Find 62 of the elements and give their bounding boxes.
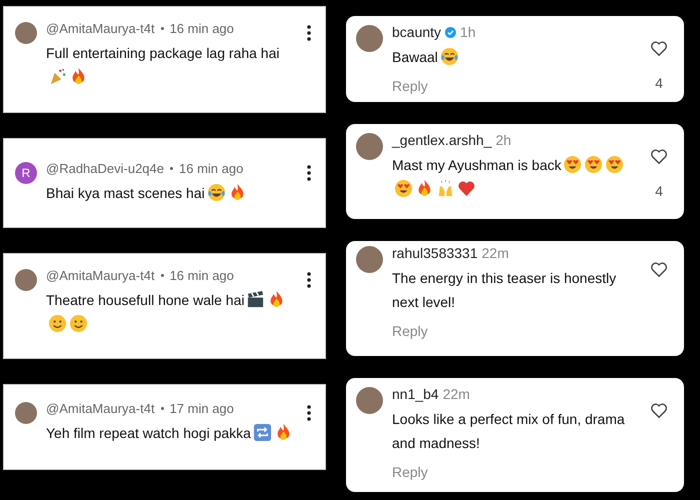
author-name[interactable]: rahul3583331 <box>392 245 478 261</box>
like-count: 4 <box>655 183 663 199</box>
comment-time: 16 min ago <box>170 21 234 36</box>
reply-link[interactable]: Reply <box>392 323 428 339</box>
avatar-photo-placeholder <box>15 269 37 291</box>
like-heart-icon[interactable] <box>650 148 668 165</box>
author-name[interactable]: @AmitaMaurya-t4t <box>46 401 155 416</box>
comment-text: Yeh film repeat watch hogi pakka <box>46 425 251 441</box>
like-heart-icon[interactable] <box>650 40 668 57</box>
avatar-icon: R <box>15 162 37 184</box>
comment-text: Bawaal <box>392 49 438 65</box>
like-heart-icon[interactable] <box>650 261 668 278</box>
comment-time: 22m <box>442 386 470 402</box>
repeat-icon <box>252 423 272 442</box>
comment-time: 1h <box>460 24 476 40</box>
smiley-icon <box>48 314 67 333</box>
author-name[interactable]: _gentlex.arshh_ <box>392 132 492 148</box>
more-options-icon[interactable] <box>307 25 311 41</box>
comment-text: Looks like a perfect mix of fun, drama and madness! <box>392 411 625 451</box>
comment-time: 22m <box>482 245 509 261</box>
author-name[interactable]: @RadhaDevi-u2q4e <box>46 161 164 176</box>
comment-text: The energy in this teaser is honestly next level! <box>392 270 616 310</box>
like-heart-icon[interactable] <box>650 402 668 419</box>
avatar-photo-placeholder <box>15 402 37 424</box>
clapperboard-icon <box>246 290 266 309</box>
reply-link[interactable]: Reply <box>392 464 428 480</box>
heart-eyes-face-icon <box>584 155 604 174</box>
raised-hands-icon <box>436 179 455 198</box>
comment-time: 17 min ago <box>170 401 234 416</box>
avatar-photo-placeholder <box>356 133 383 160</box>
more-options-icon[interactable] <box>307 272 311 288</box>
like-count: 4 <box>655 75 663 91</box>
heart-icon <box>457 179 476 198</box>
separator-dot-icon <box>160 27 164 30</box>
author-name[interactable]: nn1_b4 <box>392 386 439 402</box>
heart-eyes-face-icon <box>605 155 624 174</box>
comment-text: Theatre housefull hone wale hai <box>46 292 244 308</box>
separator-dot-icon <box>160 274 164 277</box>
comment-time: 16 min ago <box>170 268 234 283</box>
comment-time: 16 min ago <box>179 161 244 176</box>
avatar-photo-placeholder <box>356 246 383 273</box>
comment-time: 2h <box>496 132 512 148</box>
heart-eyes-face-icon <box>563 155 582 174</box>
more-options-icon[interactable] <box>307 165 311 181</box>
party-popper-icon <box>48 67 67 86</box>
reply-link[interactable]: Reply <box>392 78 428 94</box>
comment-text: Bhai kya mast scenes hai <box>46 185 205 201</box>
more-options-icon[interactable] <box>307 405 311 421</box>
laughing-face-icon <box>440 47 459 66</box>
comment-text: Full entertaining package lag raha hai <box>46 45 280 61</box>
author-name[interactable]: bcaunty <box>392 24 442 40</box>
comment-text: Mast my Ayushman is back <box>392 157 562 173</box>
heart-eyes-face-icon <box>394 179 413 198</box>
laughing-face-icon <box>206 183 226 202</box>
author-name[interactable]: @AmitaMaurya-t4t <box>46 268 155 283</box>
separator-dot-icon <box>160 407 164 410</box>
author-name[interactable]: @AmitaMaurya-t4t <box>46 21 155 36</box>
avatar-photo-placeholder <box>356 25 383 52</box>
smiley-icon <box>69 314 88 333</box>
separator-dot-icon <box>170 167 173 170</box>
avatar-photo-placeholder <box>15 22 37 44</box>
avatar-photo-placeholder <box>356 387 383 414</box>
